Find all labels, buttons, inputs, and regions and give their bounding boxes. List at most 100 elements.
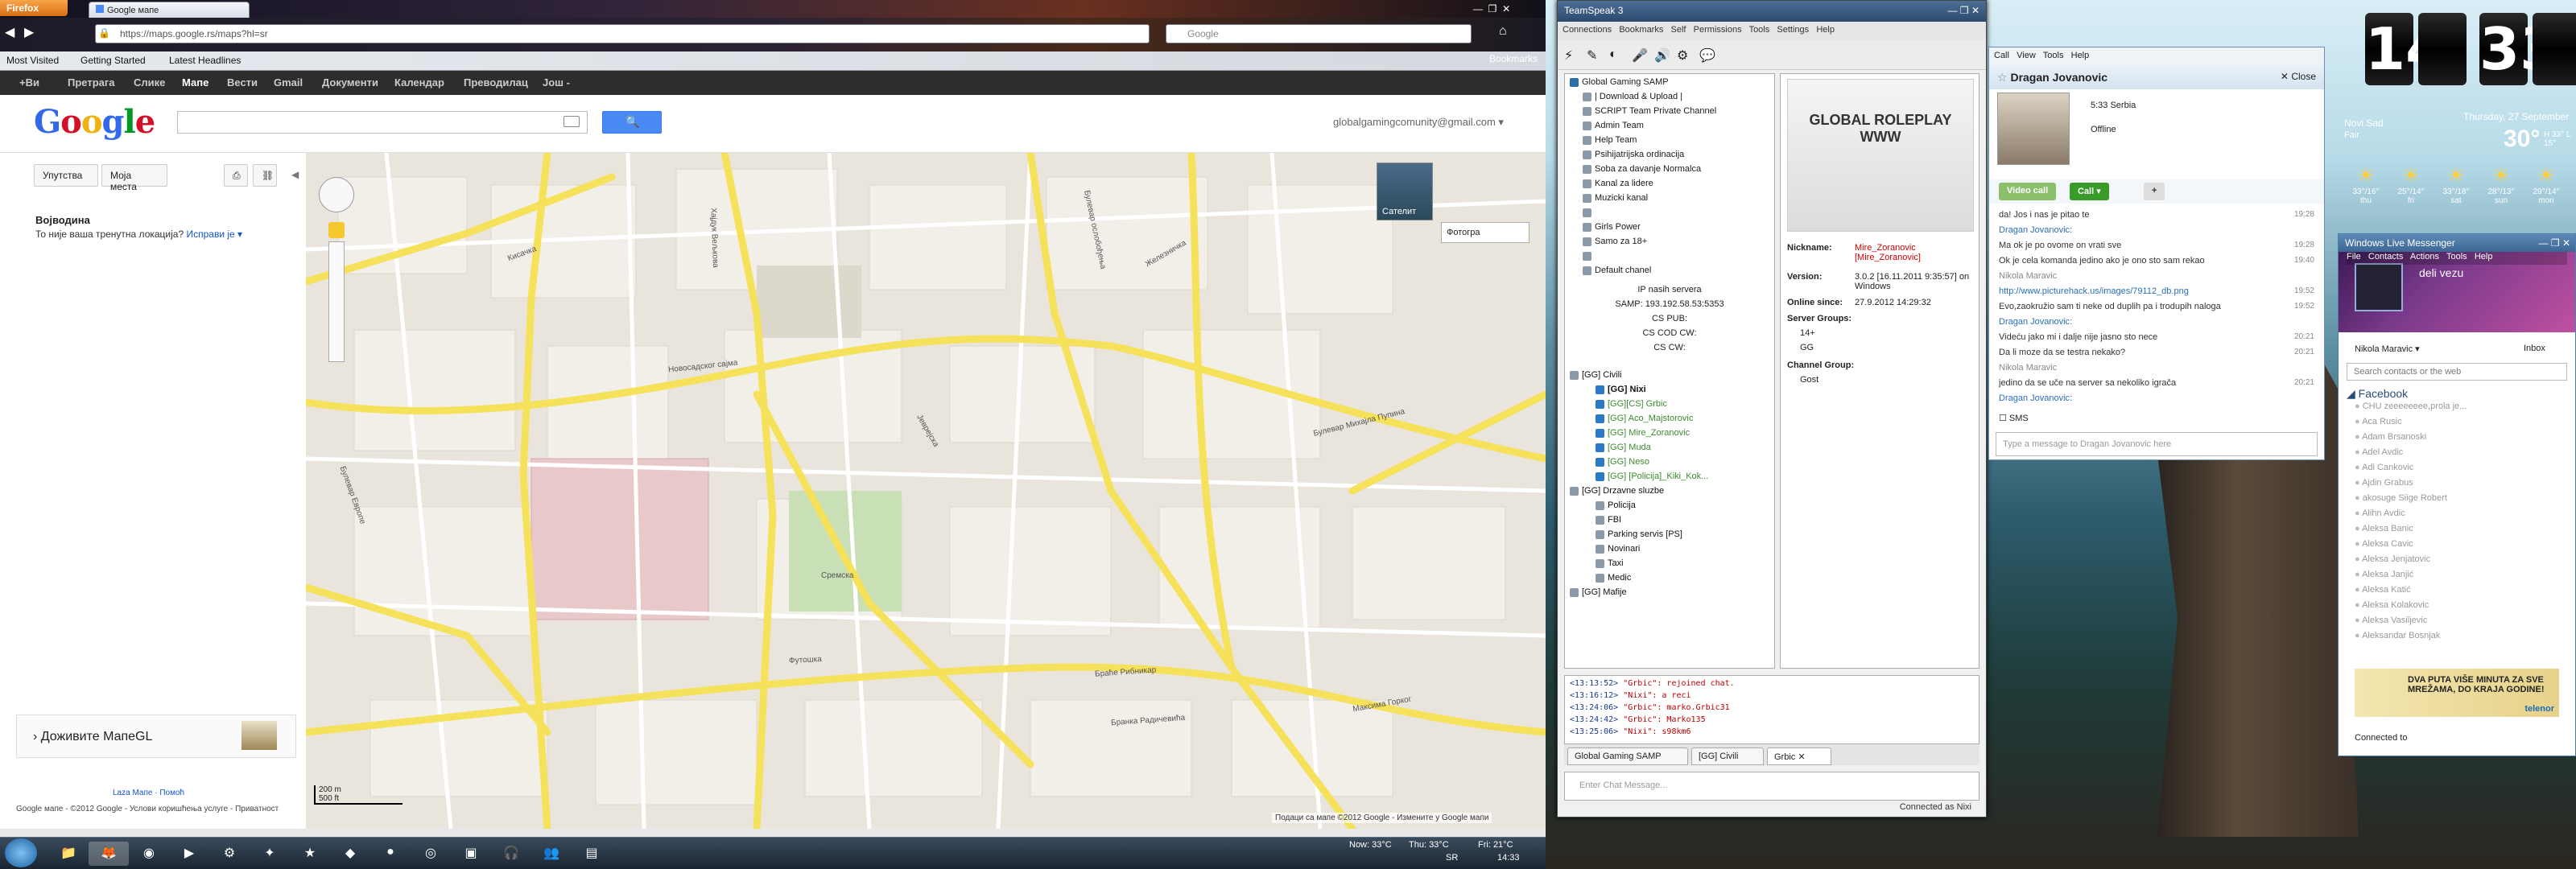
gbar-plus[interactable]: +Ви: [19, 76, 39, 89]
star-icon[interactable]: ☆: [1997, 71, 2008, 84]
taskbar-teamspeak-icon[interactable]: 🎧: [491, 842, 531, 866]
menu-help[interactable]: Help: [2071, 51, 2090, 60]
taskbar-app-icon[interactable]: ◆: [330, 842, 370, 866]
menu-tools[interactable]: Tools: [1749, 25, 1770, 35]
taskbar-app-icon[interactable]: ★: [290, 842, 330, 866]
call-button[interactable]: Call ▾: [2070, 183, 2109, 200]
client-item[interactable]: [GG] Nixi: [1565, 383, 1774, 397]
bookmark-getting-started[interactable]: Getting Started: [80, 55, 146, 66]
region-fix-link[interactable]: Исправи је ▾: [187, 229, 243, 240]
contact-item[interactable]: ● Aleksa Banic: [2355, 524, 2413, 533]
connect-icon[interactable]: ⚡: [1564, 47, 1573, 64]
menu-bookmarks[interactable]: Bookmarks: [1619, 25, 1663, 35]
settings-icon[interactable]: ⚙: [1677, 47, 1688, 64]
menu-permissions[interactable]: Permissions: [1694, 25, 1742, 35]
channel-item[interactable]: [1565, 249, 1774, 264]
contact-search-input[interactable]: Search contacts or the web: [2347, 363, 2567, 381]
my-name[interactable]: Nikola Maravic ▾: [2355, 344, 2420, 354]
message-input[interactable]: Type a message to Dragan Jovanovic here: [1996, 432, 2318, 456]
contact-item[interactable]: ● Aleksa Katić: [2355, 585, 2411, 595]
menu-help[interactable]: Help: [2475, 252, 2493, 262]
contact-item[interactable]: ● Adel Avdic: [2355, 447, 2403, 457]
directions-button[interactable]: Упутства: [34, 164, 98, 187]
map-canvas[interactable]: Новосадског сајма Булевар ослобођења Фут…: [306, 153, 1546, 829]
ad-banner[interactable]: DVA PUTA VIŠE MINUTA ZA SVE MREŽAMA, DO …: [2355, 669, 2559, 717]
gbar-translate[interactable]: Преводилац: [464, 76, 528, 89]
contact-item[interactable]: ● Ajdin Grabus: [2355, 478, 2413, 488]
collapse-panel-icon[interactable]: ◀: [291, 169, 299, 180]
contact-item[interactable]: ● Aca Rusic: [2355, 417, 2402, 426]
forward-icon[interactable]: ▶: [24, 24, 34, 40]
channel-item[interactable]: Medic: [1565, 571, 1774, 586]
channel-item[interactable]: Policija: [1565, 499, 1774, 513]
group-facebook[interactable]: ◢ Facebook: [2347, 387, 2408, 401]
contact-item[interactable]: ● akosuge Siige Robert: [2355, 493, 2447, 503]
channel-item[interactable]: Taxi: [1565, 557, 1774, 571]
gbar-gmail[interactable]: Gmail: [274, 76, 303, 89]
start-button[interactable]: [5, 838, 37, 867]
channel-item[interactable]: [GG] Civili: [1565, 369, 1774, 383]
maps-search-input[interactable]: [177, 111, 588, 134]
channel-item[interactable]: Psihijatrijska ordinacija: [1565, 148, 1774, 163]
taskbar-media-icon[interactable]: ▶: [169, 842, 209, 866]
channel-item[interactable]: | Download & Upload |: [1565, 90, 1774, 105]
chat-tab-server[interactable]: Global Gaming SAMP: [1567, 748, 1688, 765]
bookmark-most-visited[interactable]: Most Visited: [6, 55, 59, 66]
chat-icon[interactable]: 💬: [1699, 47, 1715, 64]
taskbar-firefox-icon[interactable]: 🦊: [89, 842, 129, 866]
contact-item[interactable]: ● Aleksandar Bosnjak: [2355, 631, 2440, 640]
bookmark-latest-headlines[interactable]: Latest Headlines: [169, 55, 241, 66]
language-indicator[interactable]: SR: [1446, 853, 1458, 863]
menu-view[interactable]: View: [2017, 51, 2036, 60]
google-logo[interactable]: Google: [34, 103, 155, 141]
account-menu[interactable]: globalgamingcomunity@gmail.com ▾: [1333, 116, 1504, 129]
contact-item[interactable]: ● Aleksa Vasiljevic: [2355, 616, 2427, 625]
close-conversation-button[interactable]: ✕ Close: [2281, 71, 2316, 82]
sms-toggle[interactable]: ☐ SMS: [1999, 413, 2029, 423]
chat-tab-private[interactable]: Grbic ✕: [1767, 748, 1831, 765]
contact-item[interactable]: ● Aleksa Janjić: [2355, 570, 2413, 579]
back-icon[interactable]: ◀: [5, 24, 14, 40]
keyboard-icon[interactable]: [564, 116, 580, 127]
client-item[interactable]: [GG] Muda: [1565, 441, 1774, 455]
gbar-news[interactable]: Вести: [227, 76, 258, 89]
link-icon[interactable]: ⛓: [253, 164, 277, 187]
search-input[interactable]: Google: [1166, 24, 1472, 43]
pegman-icon[interactable]: [328, 222, 345, 238]
client-item[interactable]: [GG] [Policija]_Kiki_Kok...: [1565, 470, 1774, 484]
away-icon[interactable]: ◐: [1609, 47, 1617, 62]
tab-google-maps[interactable]: Google мапе: [89, 2, 250, 18]
url-bar[interactable]: https://maps.google.rs/maps?hl=sr: [95, 24, 1150, 43]
channel-item[interactable]: Soba za davanje Normalca: [1565, 163, 1774, 177]
gbar-calendar[interactable]: Календар: [394, 76, 444, 89]
bookmark-icon[interactable]: ✎: [1587, 47, 1597, 64]
contact-item[interactable]: ● CHU zeeeeeeee,prola je...: [2355, 402, 2467, 411]
taskbar-app-icon[interactable]: ▤: [572, 842, 612, 866]
footer-links[interactable]: Laza Мапе · Помоћ: [113, 789, 184, 797]
contact-item[interactable]: ● Aleksa Cavic: [2355, 539, 2413, 549]
mute-mic-icon[interactable]: 🎤: [1632, 47, 1648, 64]
gbar-more[interactable]: Још -: [543, 76, 570, 89]
channel-item[interactable]: Girls Power: [1565, 220, 1774, 235]
contact-item[interactable]: ● Alihn Avdic: [2355, 509, 2405, 518]
menu-settings[interactable]: Settings: [1777, 25, 1809, 35]
bookmarks-menu[interactable]: Bookmarks: [1489, 53, 1538, 64]
my-places-button[interactable]: Моја места: [101, 164, 167, 192]
menu-help[interactable]: Help: [1816, 25, 1835, 35]
contact-item[interactable]: ● Adam Brsanoski: [2355, 432, 2426, 442]
client-item[interactable]: [GG] Mire_Zoranovic: [1565, 426, 1774, 441]
gbar-docs[interactable]: Документи: [322, 76, 378, 89]
window-controls[interactable]: — ❐ ✕: [2539, 237, 2570, 249]
channel-item[interactable]: [GG] Mafije: [1565, 586, 1774, 600]
pan-control[interactable]: [319, 177, 354, 212]
inbox-link[interactable]: Inbox: [2524, 344, 2545, 353]
satellite-toggle[interactable]: Сателит: [1377, 163, 1433, 220]
channel-item[interactable]: Admin Team: [1565, 119, 1774, 134]
video-call-button[interactable]: Video call: [1999, 183, 2057, 200]
client-item[interactable]: [GG] Neso: [1565, 455, 1774, 470]
close-icon[interactable]: ✕: [1798, 752, 1805, 762]
taskbar-messenger-icon[interactable]: 👥: [531, 842, 572, 866]
gbar-images[interactable]: Слике: [134, 76, 165, 89]
maps-search-button[interactable]: 🔍: [602, 111, 662, 134]
menu-tools[interactable]: Tools: [2043, 51, 2064, 60]
